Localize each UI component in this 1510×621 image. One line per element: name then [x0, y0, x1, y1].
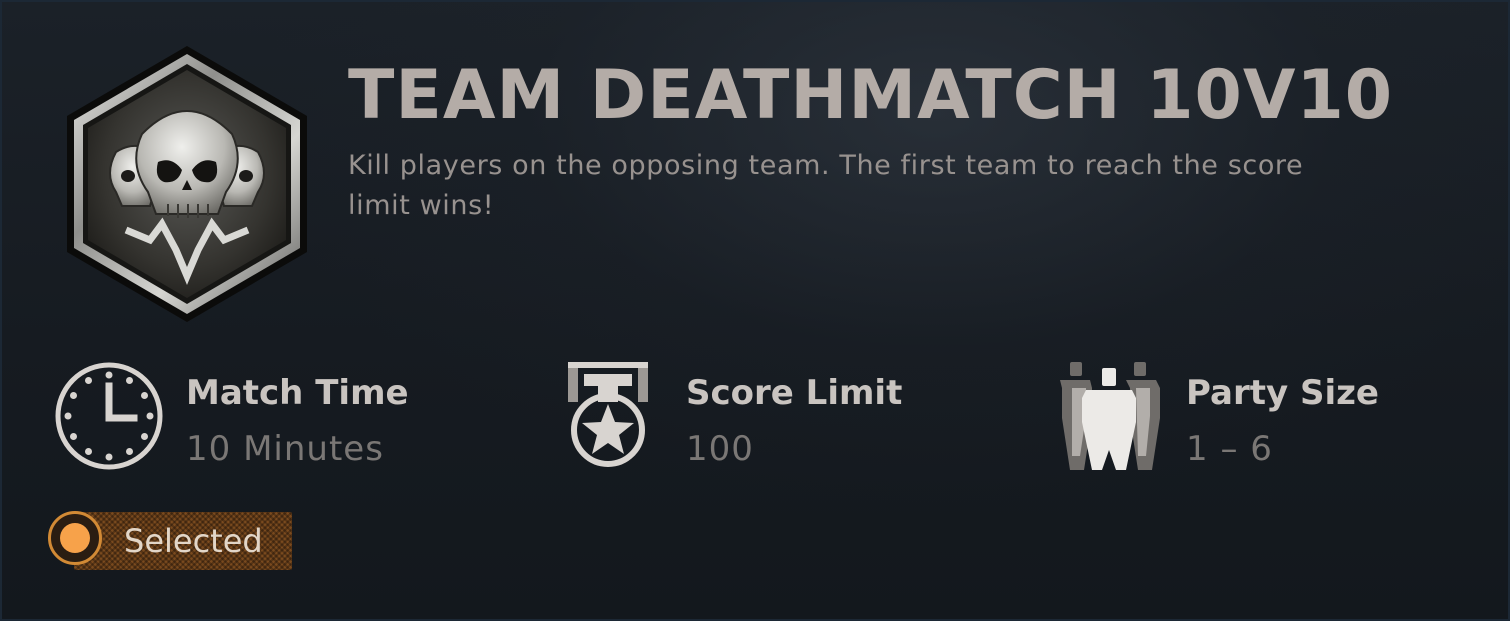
stat-label: Party Size	[1186, 373, 1379, 413]
stat-value: 1 – 6	[1186, 429, 1273, 469]
stat-match-time: Match Time 10 Minutes	[54, 358, 474, 478]
radio-button-icon[interactable]	[48, 511, 102, 565]
mode-title: TEAM DEATHMATCH 10V10	[348, 56, 1394, 135]
party-group-icon	[1060, 362, 1160, 470]
stat-party-size: Party Size 1 – 6	[1054, 358, 1474, 478]
radio-selected-dot	[60, 523, 90, 553]
stat-label: Match Time	[186, 373, 409, 413]
stat-label: Score Limit	[686, 373, 903, 413]
mode-description: Kill players on the opposing team. The f…	[348, 150, 1304, 221]
stat-score-limit: Score Limit 100	[554, 358, 974, 478]
star-medal-icon	[568, 362, 648, 467]
skulls-hexagon-emblem-icon	[67, 46, 307, 322]
clock-icon	[55, 362, 163, 470]
selected-label: Selected	[124, 522, 263, 560]
stat-value: 100	[686, 429, 754, 469]
stat-value: 10 Minutes	[186, 429, 384, 469]
mode-details-panel: TEAM DEATHMATCH 10V10 Kill players on th…	[0, 0, 1510, 621]
selected-toggle[interactable]: Selected	[48, 510, 292, 572]
